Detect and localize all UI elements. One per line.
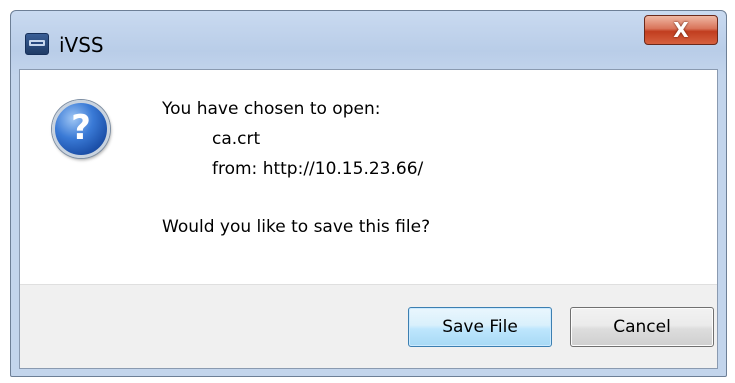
button-bar: Save File Cancel [20,284,717,368]
close-icon: X [673,18,689,42]
question-icon: ? [52,100,110,158]
app-icon [25,33,49,55]
dialog-body: ? You have chosen to open: ca.crt from: … [19,69,718,369]
close-button[interactable]: X [644,15,718,45]
title-bar[interactable]: iVSS X [11,11,726,69]
file-name: ca.crt [212,129,261,149]
save-question: Would you like to save this file? [162,217,431,237]
window-title: iVSS [59,33,104,57]
cancel-button[interactable]: Cancel [570,307,714,347]
dialog-window: iVSS X ? You have chosen to open: ca.crt… [10,10,727,377]
file-source: from: http://10.15.23.66/ [212,159,424,179]
question-glyph: ? [71,108,91,148]
save-file-button[interactable]: Save File [408,307,552,347]
open-message: You have chosen to open: [162,99,381,119]
